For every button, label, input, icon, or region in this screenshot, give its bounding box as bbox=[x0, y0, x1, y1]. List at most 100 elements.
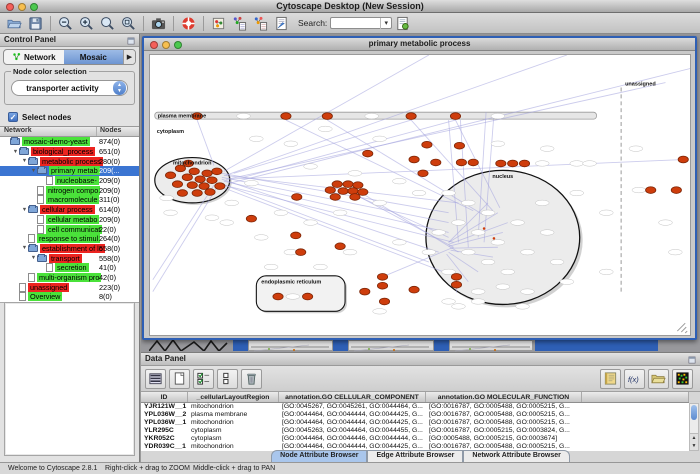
network-node[interactable] bbox=[358, 189, 368, 196]
zoom-out-button[interactable] bbox=[56, 14, 75, 32]
tab-edge-attribute-browser[interactable]: Edge Attribute Browser bbox=[367, 450, 463, 462]
tree-row[interactable]: cell communicat22(0) bbox=[0, 224, 139, 234]
network-node[interactable] bbox=[202, 170, 212, 177]
expand-triangle-icon[interactable]: ▼ bbox=[21, 245, 28, 251]
expand-triangle-icon[interactable]: ▼ bbox=[30, 255, 37, 261]
network-node[interactable] bbox=[199, 183, 209, 190]
background-window-edge[interactable] bbox=[535, 340, 658, 351]
delete-attribute-button[interactable] bbox=[241, 369, 262, 389]
search-input[interactable]: ▾ bbox=[330, 17, 392, 29]
network-node[interactable] bbox=[273, 293, 283, 300]
table-row[interactable]: YLR295Ccytoplasm[GO:0045263, GO:0044464,… bbox=[141, 427, 689, 435]
save-button[interactable] bbox=[26, 14, 45, 32]
scrollbar-thumb[interactable] bbox=[691, 405, 697, 420]
notes-button[interactable] bbox=[600, 369, 621, 389]
table-row[interactable]: YKR052Ccytoplasm[GO:0044464, GO:0044446,… bbox=[141, 435, 689, 443]
snapshot-button[interactable] bbox=[149, 14, 168, 32]
table-row[interactable]: YPL036W__2plasma membrane[GO:0044464, GO… bbox=[141, 411, 689, 419]
network-node[interactable] bbox=[182, 174, 192, 181]
network-node[interactable] bbox=[172, 181, 182, 188]
network-edge[interactable] bbox=[153, 189, 216, 292]
network-node[interactable] bbox=[468, 159, 478, 166]
network-node[interactable] bbox=[360, 288, 370, 295]
merge-networks-button[interactable] bbox=[230, 14, 249, 32]
scrollbar-arrows[interactable]: ▲▼ bbox=[690, 433, 698, 450]
network-node[interactable] bbox=[377, 273, 387, 280]
network-node[interactable] bbox=[165, 172, 175, 179]
search-dropdown-arrow-icon[interactable]: ▾ bbox=[380, 18, 391, 29]
tree-row[interactable]: ▼primary metab209(... bbox=[0, 166, 139, 176]
table-row[interactable]: YPL036W__1mitochondrion[GO:0044464, GO:0… bbox=[141, 419, 689, 427]
select-attributes-button[interactable] bbox=[193, 369, 214, 389]
network-node[interactable] bbox=[519, 160, 529, 167]
network-node[interactable] bbox=[332, 181, 342, 188]
resize-grip-icon[interactable] bbox=[677, 323, 687, 333]
dropdown-arrows-icon[interactable]: ▲▼ bbox=[113, 81, 126, 95]
network-node[interactable] bbox=[451, 273, 461, 280]
network-node[interactable] bbox=[291, 232, 301, 239]
network-node[interactable] bbox=[671, 187, 681, 194]
expand-triangle-icon[interactable]: ▼ bbox=[30, 168, 37, 174]
tree-row[interactable]: secretion41(0) bbox=[0, 263, 139, 273]
import-folder-button[interactable] bbox=[648, 369, 669, 389]
import-attributes-button[interactable] bbox=[393, 14, 412, 32]
tree-row[interactable]: mosaic-demo-yeast874(0) bbox=[0, 137, 139, 147]
tree-row[interactable]: response to stimul264(0) bbox=[0, 234, 139, 244]
network-node[interactable] bbox=[678, 156, 688, 163]
network-window-titlebar[interactable]: primary metabolic process bbox=[144, 38, 695, 51]
new-attribute-button[interactable] bbox=[169, 369, 190, 389]
zoom-selected-button[interactable] bbox=[119, 14, 138, 32]
network-node-small[interactable] bbox=[483, 227, 486, 230]
network-node[interactable] bbox=[187, 182, 197, 189]
network-node[interactable] bbox=[281, 113, 291, 120]
window-titlebar[interactable]: Cytoscape Desktop (New Session) bbox=[0, 0, 700, 13]
zoom-in-button[interactable] bbox=[77, 14, 96, 32]
network-node[interactable] bbox=[377, 282, 387, 289]
network-node[interactable] bbox=[451, 281, 461, 288]
formula-button[interactable]: f(x) bbox=[624, 369, 645, 389]
tree-row[interactable]: nitrogen compo209(0) bbox=[0, 185, 139, 195]
network-node[interactable] bbox=[456, 159, 466, 166]
network-node[interactable] bbox=[195, 176, 205, 183]
background-window-edge[interactable] bbox=[434, 340, 449, 351]
expand-triangle-icon[interactable]: ▼ bbox=[12, 149, 19, 155]
background-window-preview[interactable] bbox=[348, 340, 434, 351]
tree-row[interactable]: ▼cellular process614(0) bbox=[0, 205, 139, 215]
network-node[interactable] bbox=[338, 188, 348, 195]
tree-row[interactable]: multi-organism pro42(0) bbox=[0, 273, 139, 283]
network-node[interactable] bbox=[454, 142, 464, 149]
network-edge[interactable] bbox=[327, 120, 483, 215]
tab-overflow-arrow[interactable]: ▶ bbox=[123, 50, 135, 64]
matrix-button[interactable] bbox=[672, 369, 693, 389]
float-panel-icon[interactable] bbox=[126, 36, 136, 48]
network-node[interactable] bbox=[431, 159, 441, 166]
network-node[interactable] bbox=[409, 286, 419, 293]
tree-row[interactable]: unassigned223(0) bbox=[0, 282, 139, 292]
network-node[interactable] bbox=[177, 190, 187, 197]
network-node[interactable] bbox=[343, 181, 353, 188]
tab-node-attribute-browser[interactable]: Node Attribute Browser bbox=[271, 450, 367, 462]
network-node[interactable] bbox=[302, 293, 312, 300]
annotation-button[interactable] bbox=[272, 14, 291, 32]
network-canvas[interactable]: plasma membranecytoplasmmitochondrionnuc… bbox=[149, 54, 691, 336]
network-node[interactable] bbox=[330, 194, 340, 201]
network-node[interactable] bbox=[496, 160, 506, 167]
tab-mosaic[interactable]: Mosaic bbox=[64, 50, 124, 64]
column-header[interactable]: ID bbox=[141, 392, 188, 402]
table-row[interactable]: YJR121W__1mitochondrion[GO:0045267, GO:0… bbox=[141, 403, 689, 411]
background-window-edge[interactable] bbox=[233, 340, 248, 351]
tree-header-nodes[interactable]: Nodes bbox=[97, 127, 139, 136]
tree-row[interactable]: ▼metabolic process280(0) bbox=[0, 156, 139, 166]
node-color-dropdown[interactable]: transporter activity ▲▼ bbox=[11, 80, 128, 96]
tree-row[interactable]: ▼transport558(0) bbox=[0, 253, 139, 263]
merge-networks-2-button[interactable] bbox=[251, 14, 270, 32]
table-scrollbar[interactable]: ▲▼ bbox=[689, 403, 699, 451]
zoom-fit-button[interactable] bbox=[98, 14, 117, 32]
network-node[interactable] bbox=[296, 249, 306, 256]
network-window[interactable]: primary metabolic process plasma membran… bbox=[142, 36, 697, 340]
network-edge[interactable] bbox=[220, 183, 429, 262]
network-node[interactable] bbox=[418, 170, 428, 177]
network-node[interactable] bbox=[363, 150, 373, 157]
tree-row[interactable]: Overview8(0) bbox=[0, 292, 139, 302]
network-node[interactable] bbox=[379, 298, 389, 305]
